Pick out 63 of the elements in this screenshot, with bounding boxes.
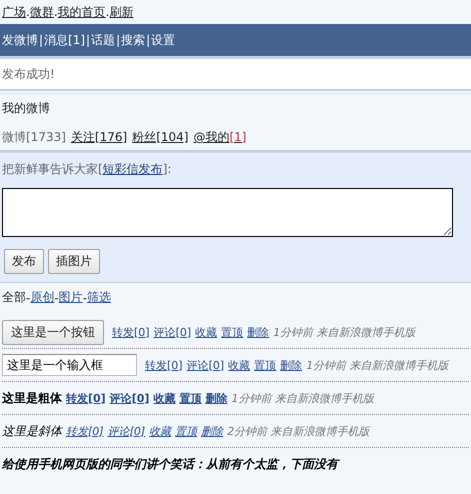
post-action-link[interactable]: 转发[0] [112,324,150,340]
compose-prompt: 把新鲜事告诉大家[短彩信发布]: [2,161,172,178]
separator: . [26,5,30,19]
nav-link[interactable]: 微群 [30,4,54,20]
post-action-link[interactable]: 转发[0] [145,358,183,372]
separator: - [54,290,59,304]
post-button[interactable]: 这里是一个按钮 [2,320,104,344]
post-text: 给使用手机网页版的同学们讲个笑话：从前有个太监，下面没有 [2,456,338,472]
post-action-link[interactable]: 收藏 [228,358,250,372]
filter-link[interactable]: 筛选 [87,289,112,306]
nav-link[interactable]: 我的首页 [58,4,106,20]
post-action-link[interactable]: 评论[0] [110,390,150,406]
post-action-link[interactable]: 删除 [205,390,228,406]
compose-button[interactable]: 发布 [4,249,44,274]
nav-link[interactable]: 广场 [2,4,26,20]
nav-link[interactable]: 消息[1] [44,32,86,48]
post-input-field[interactable]: 这里是一个输入框 [2,354,137,376]
post-meta: 1分钟前 来自新浪微博手机版 [231,390,374,406]
section-title: 我的微博 [2,100,51,117]
stat-link[interactable]: 关注[176] [70,129,128,146]
separator: | [85,33,91,47]
post-action-link[interactable]: 评论[0] [108,424,146,438]
separator: . [54,5,58,19]
post-action-link[interactable]: 收藏 [149,424,172,438]
nav-link[interactable]: 搜索 [121,32,146,48]
sms-link[interactable]: 短彩信发布 [102,162,163,176]
post-action-link[interactable]: 删除 [280,358,302,372]
nav-link[interactable]: 设置 [151,32,176,48]
nav-link[interactable]: 发微博 [2,32,38,48]
post-action-link[interactable]: 转发[0] [66,390,106,406]
filter-link[interactable]: 图片 [58,289,83,306]
post-text: 这里是斜体 [2,422,62,440]
mentions-link[interactable]: @我的[1] [193,129,246,146]
filter-link[interactable]: 原创 [30,289,54,306]
separator: | [145,33,151,47]
post-action-link[interactable]: 收藏 [195,324,218,340]
filter-current: 全部 [2,289,26,306]
post-meta: 1分钟前 来自新浪微博手机版 [273,324,416,340]
separator: - [82,290,88,304]
compose-button[interactable]: 插图片 [48,249,100,274]
post-action-link[interactable]: 删除 [201,424,224,438]
post-action-link[interactable]: 置顶 [221,324,244,340]
nav-link[interactable]: 话题 [91,32,116,48]
separator: - [26,290,30,304]
weibo-count: 微博[1733] [2,129,66,146]
notice-text: 发布成功! [2,66,55,82]
post-action-link[interactable]: 评论[0] [154,324,192,340]
nav-link[interactable]: 刷新 [109,4,134,20]
post-action-link[interactable]: 置顶 [175,424,198,438]
post-action-link[interactable]: 收藏 [153,390,176,406]
separator: | [38,33,44,47]
post-action-link[interactable]: 置顶 [179,390,202,406]
separator: | [115,33,121,47]
post-input-field[interactable] [2,188,453,237]
post-meta: 2分钟前 来自新浪微博手机版 [227,424,370,438]
post-action-link[interactable]: 转发[0] [66,424,104,438]
post-action-link[interactable]: 评论[0] [186,358,224,372]
post-action-link[interactable]: 删除 [247,324,270,340]
stat-link[interactable]: 粉丝[104] [132,129,188,146]
separator: . [106,5,110,19]
post-meta: 1分钟前 来自新浪微博手机版 [306,358,449,372]
post-text: 这里是粗体 [2,390,62,406]
post-action-link[interactable]: 置顶 [254,358,276,372]
